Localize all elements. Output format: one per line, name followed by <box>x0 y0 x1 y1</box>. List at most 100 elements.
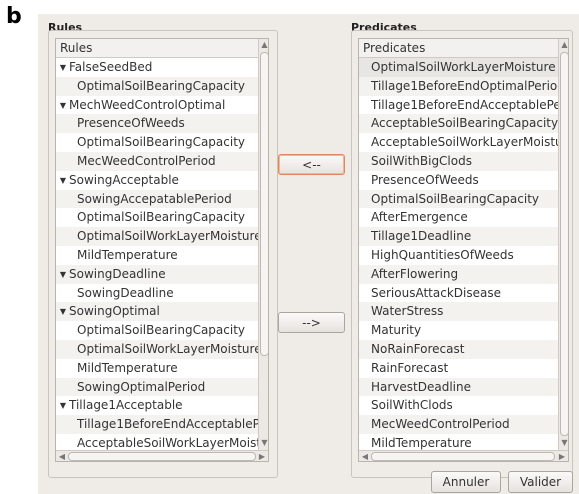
scroll-up-icon[interactable]: ▲ <box>560 40 568 50</box>
scroll-down-icon[interactable]: ▼ <box>560 438 568 448</box>
expand-arrow-icon[interactable]: ▼ <box>57 59 69 77</box>
move-right-button[interactable]: --> <box>278 312 345 333</box>
predicate-item[interactable]: HighQuantitiesOfWeeds <box>359 246 558 265</box>
rules-horizontal-scrollbar[interactable]: ◀ ▶ <box>56 450 268 461</box>
rule-condition-item[interactable]: OptimalSoilWorkLayerMoisture <box>56 339 258 359</box>
rule-item-label: SowingOptimalPeriod <box>77 379 206 394</box>
rule-item-label: Tillage1Acceptable <box>69 398 183 413</box>
rules-horizontal-scroll-thumb[interactable] <box>68 452 256 461</box>
rule-item-label: OptimalSoilWorkLayerMoisture <box>77 341 258 356</box>
cancel-button[interactable]: Annuler <box>431 471 501 493</box>
predicate-item-label: Maturity <box>371 323 422 338</box>
expand-arrow-icon[interactable]: ▼ <box>57 266 69 284</box>
predicate-item[interactable]: MecWeedControlPeriod <box>359 415 558 434</box>
predicates-horizontal-scrollbar[interactable]: ◀ ▶ <box>359 450 568 461</box>
predicate-item[interactable]: SoilWithClods <box>359 396 558 415</box>
validate-button[interactable]: Valider <box>508 471 573 493</box>
predicate-item[interactable]: RainForecast <box>359 359 558 378</box>
rule-condition-item[interactable]: AcceptableSoilWorkLayerMoist <box>56 434 258 451</box>
rule-condition-item[interactable]: MecWeedControlPeriod <box>56 151 258 171</box>
scroll-right-icon[interactable]: ▶ <box>257 451 267 461</box>
predicate-item-label: AcceptableSoilWorkLayerMoistur <box>371 135 558 150</box>
rule-condition-item[interactable]: MildTemperature <box>56 359 258 378</box>
rule-item-label: FalseSeedBed <box>69 60 153 74</box>
rule-condition-item[interactable]: SowingDeadline <box>56 284 258 303</box>
rules-column-header[interactable]: Rules <box>56 39 258 58</box>
rule-item[interactable]: ▼ Tillage1Acceptable <box>56 396 258 415</box>
predicate-item-label: SoilWithClods <box>371 398 453 413</box>
predicates-column-header[interactable]: Predicates <box>359 39 558 58</box>
rule-item-label: OptimalSoilWorkLayerMoisture <box>77 229 258 244</box>
predicate-item[interactable]: SoilWithBigClods <box>359 151 558 171</box>
predicate-item[interactable]: Tillage1BeforeEndOptimalPerioc <box>359 76 558 96</box>
predicate-item[interactable]: AcceptableSoilBearingCapacity <box>359 114 558 134</box>
rule-item[interactable]: ▼ FalseSeedBed <box>56 58 258 77</box>
rule-item-label: PresenceOfWeeds <box>77 116 185 131</box>
predicate-item[interactable]: MildTemperature <box>359 434 558 451</box>
predicates-list-body[interactable]: OptimalSoilWorkLayerMoisture Tillage1Befo… <box>359 58 558 451</box>
rule-condition-item[interactable]: OptimalSoilWorkLayerMoisture <box>56 227 258 246</box>
rule-item-label: AcceptableSoilWorkLayerMoist <box>77 435 258 450</box>
rule-item[interactable]: ▼ SowingOptimal <box>56 302 258 322</box>
predicates-list[interactable]: Predicates OptimalSoilWorkLayerMoisture T… <box>358 38 569 462</box>
predicate-item[interactable]: SeriousAttackDisease <box>359 284 558 303</box>
scroll-left-icon[interactable]: ◀ <box>360 451 370 461</box>
predicate-item[interactable]: HarvestDeadline <box>359 377 558 397</box>
rule-item-label: SowingDeadline <box>69 266 166 281</box>
rules-editor-window: Rules Rules ▼ FalseSeedBed OptimalSoilBear… <box>38 14 579 494</box>
rule-item-label: SowingAcceptable <box>69 172 179 187</box>
predicate-item[interactable]: OptimalSoilBearingCapacity <box>359 189 558 209</box>
predicate-item[interactable]: AfterFlowering <box>359 264 558 284</box>
predicates-vertical-scroll-thumb[interactable] <box>560 52 568 436</box>
rule-condition-item[interactable]: SowingOptimalPeriod <box>56 377 258 397</box>
predicate-item-label: OptimalSoilWorkLayerMoisture <box>371 60 556 74</box>
predicates-horizontal-scroll-thumb[interactable] <box>371 452 555 461</box>
rule-item[interactable]: ▼ SowingDeadline <box>56 264 258 284</box>
rule-condition-item[interactable]: OptimalSoilBearingCapacity <box>56 76 258 96</box>
predicate-item-label: NoRainForecast <box>371 341 465 356</box>
rule-item-label: MildTemperature <box>77 360 178 375</box>
predicate-item[interactable]: WaterStress <box>359 302 558 322</box>
rule-item[interactable]: ▼ SowingAcceptable <box>56 171 258 190</box>
expand-arrow-icon[interactable]: ▼ <box>57 97 69 115</box>
rule-condition-item[interactable]: Tillage1BeforeEndAcceptableP <box>56 415 258 434</box>
scroll-left-icon[interactable]: ◀ <box>57 451 67 461</box>
rule-item-label: OptimalSoilBearingCapacity <box>77 323 246 338</box>
predicate-item-label: RainForecast <box>371 360 449 375</box>
predicate-item-label: PresenceOfWeeds <box>371 172 479 187</box>
rule-item-label: MechWeedControlOptimal <box>69 97 226 112</box>
rules-vertical-scroll-thumb[interactable] <box>260 52 268 356</box>
predicate-item[interactable]: PresenceOfWeeds <box>359 171 558 190</box>
scroll-up-icon[interactable]: ▲ <box>260 40 268 50</box>
scroll-right-icon[interactable]: ▶ <box>557 451 567 461</box>
rule-condition-item[interactable]: PresenceOfWeeds <box>56 114 258 134</box>
rule-condition-item[interactable]: SowingAccepatablePeriod <box>56 189 258 209</box>
expand-arrow-icon[interactable]: ▼ <box>57 172 69 190</box>
rule-condition-item[interactable]: MildTemperature <box>56 246 258 265</box>
expand-arrow-icon[interactable]: ▼ <box>57 397 69 415</box>
predicate-item[interactable]: NoRainForecast <box>359 339 558 359</box>
predicate-item[interactable]: OptimalSoilWorkLayerMoisture <box>359 58 558 77</box>
predicate-item[interactable]: AfterEmergence <box>359 208 558 227</box>
predicate-item[interactable]: Maturity <box>359 321 558 340</box>
predicate-item[interactable]: AcceptableSoilWorkLayerMoistur <box>359 133 558 152</box>
predicate-item-label: HarvestDeadline <box>371 379 472 394</box>
rule-condition-item[interactable]: OptimalSoilBearingCapacity <box>56 133 258 152</box>
predicate-item[interactable]: Tillage1Deadline <box>359 227 558 246</box>
rules-tree[interactable]: Rules ▼ FalseSeedBed OptimalSoilBearingCap… <box>55 38 269 462</box>
scroll-down-icon[interactable]: ▼ <box>260 438 268 448</box>
move-left-button[interactable]: <-- <box>278 154 345 175</box>
predicates-vertical-scrollbar[interactable]: ▲ ▼ <box>558 39 568 450</box>
predicate-item[interactable]: Tillage1BeforeEndAcceptablePe <box>359 96 558 115</box>
expand-arrow-icon[interactable]: ▼ <box>57 303 69 321</box>
predicate-item-label: OptimalSoilBearingCapacity <box>371 191 540 206</box>
rule-item-label: SowingAccepatablePeriod <box>77 191 232 206</box>
rule-item-label: SowingDeadline <box>77 285 174 300</box>
rule-item[interactable]: ▼ MechWeedControlOptimal <box>56 96 258 115</box>
rules-tree-body[interactable]: ▼ FalseSeedBed OptimalSoilBearingCapacity ▼… <box>56 58 258 451</box>
rules-vertical-scrollbar[interactable]: ▲ ▼ <box>258 39 268 450</box>
predicate-item-label: Tillage1BeforeEndOptimalPerioc <box>371 78 558 93</box>
rule-condition-item[interactable]: OptimalSoilBearingCapacity <box>56 208 258 227</box>
predicate-item-label: Tillage1BeforeEndAcceptablePe <box>371 97 558 112</box>
rule-condition-item[interactable]: OptimalSoilBearingCapacity <box>56 321 258 340</box>
